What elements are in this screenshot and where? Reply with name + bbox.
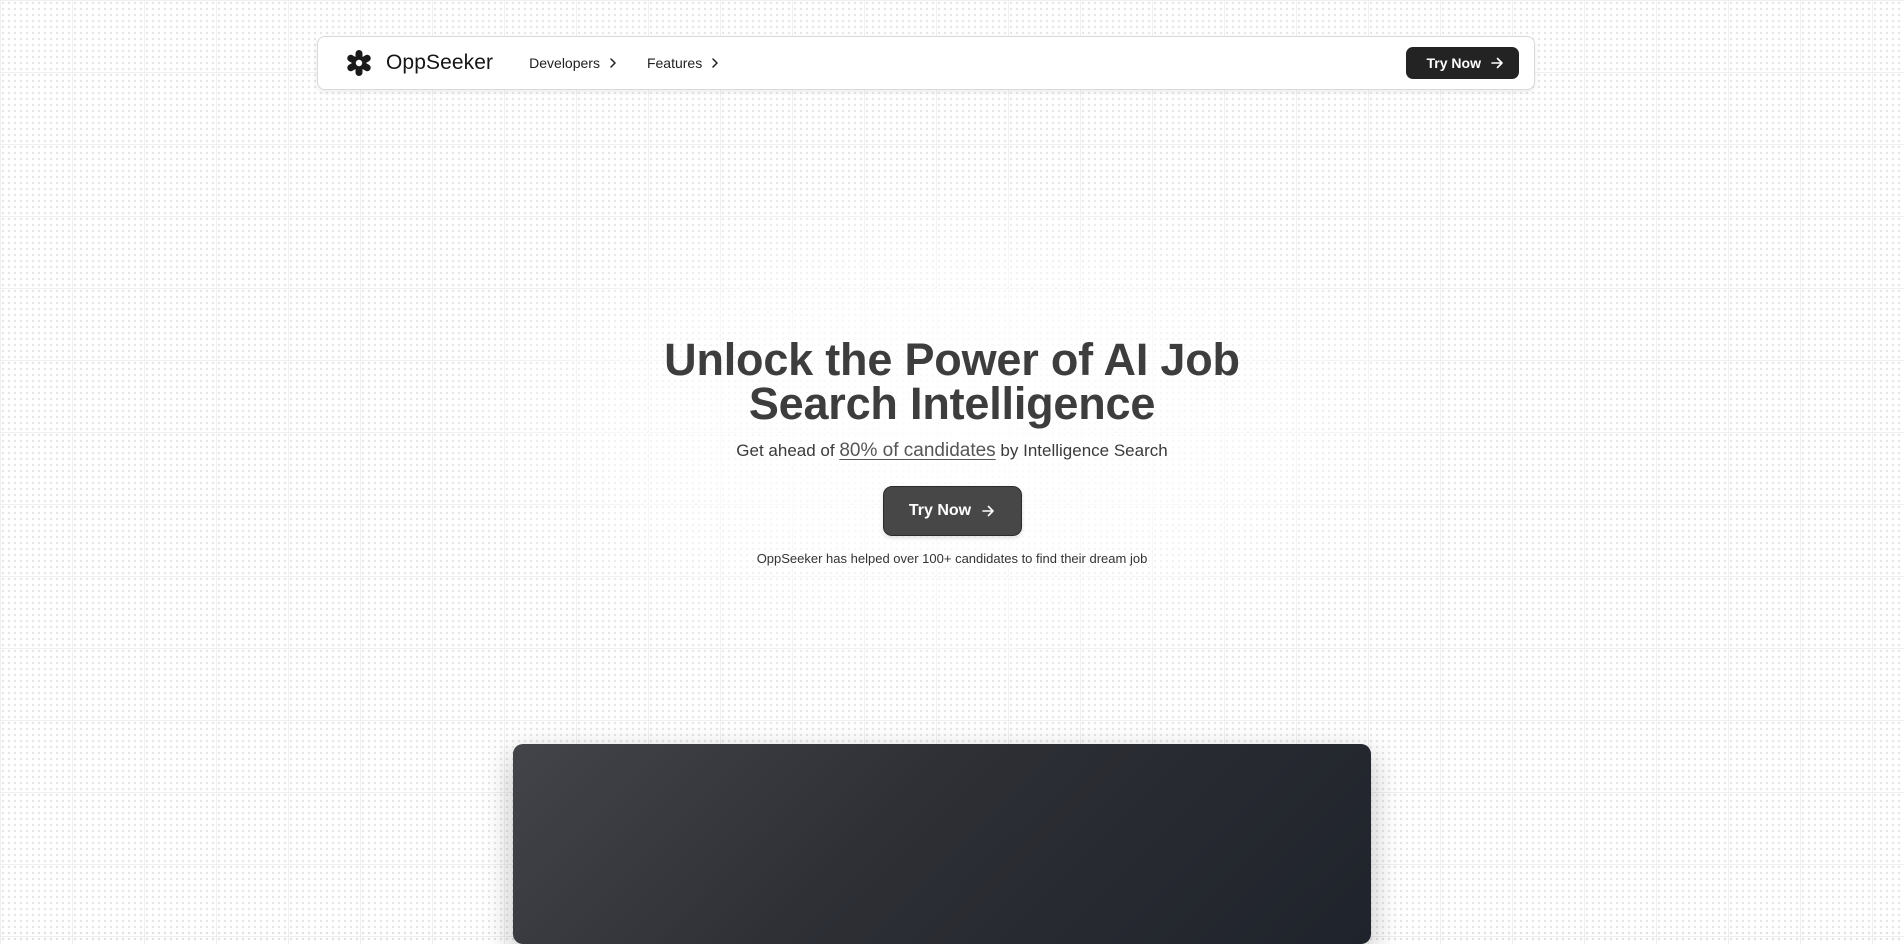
chevron-right-icon: [711, 58, 719, 68]
button-label: Try Now: [1426, 55, 1481, 71]
asterisk-logo-icon: [344, 48, 374, 78]
hero-title: Unlock the Power of AI Job Search Intell…: [664, 334, 1240, 429]
nav-link-features[interactable]: Features: [647, 55, 719, 71]
product-preview-panel: [513, 744, 1371, 944]
button-label: Try Now: [908, 502, 972, 519]
hero-subtitle-suffix: by Intelligence Search: [1000, 441, 1168, 460]
hero-section: Unlock the Power of AI Job Search Intell…: [0, 334, 1904, 566]
hero-social-proof: OppSeeker has helped over 100+ candidate…: [756, 551, 1148, 566]
nav-try-now-button[interactable]: Try Now: [1405, 47, 1519, 79]
nav-link-label: Features: [646, 55, 703, 71]
hero-subtitle: Get ahead of 80% of candidates by Intell…: [0, 440, 1904, 462]
nav-links: Developers Features: [529, 55, 719, 71]
brand-link[interactable]: OppSeeker: [344, 48, 493, 78]
arrow-right-icon: [981, 504, 995, 518]
hero-try-now-button[interactable]: Try Now: [882, 486, 1022, 536]
hero-subtitle-prefix: Get ahead of: [736, 441, 835, 460]
brand-name: OppSeeker: [386, 51, 494, 74]
chevron-right-icon: [609, 58, 617, 68]
hero-subtitle-highlight: 80% of candidates: [839, 440, 996, 461]
nav-link-label: Developers: [529, 55, 600, 71]
top-navbar: OppSeeker Developers Features Try Now: [317, 36, 1535, 90]
arrow-right-icon: [1490, 56, 1504, 70]
nav-link-developers[interactable]: Developers: [529, 55, 617, 71]
